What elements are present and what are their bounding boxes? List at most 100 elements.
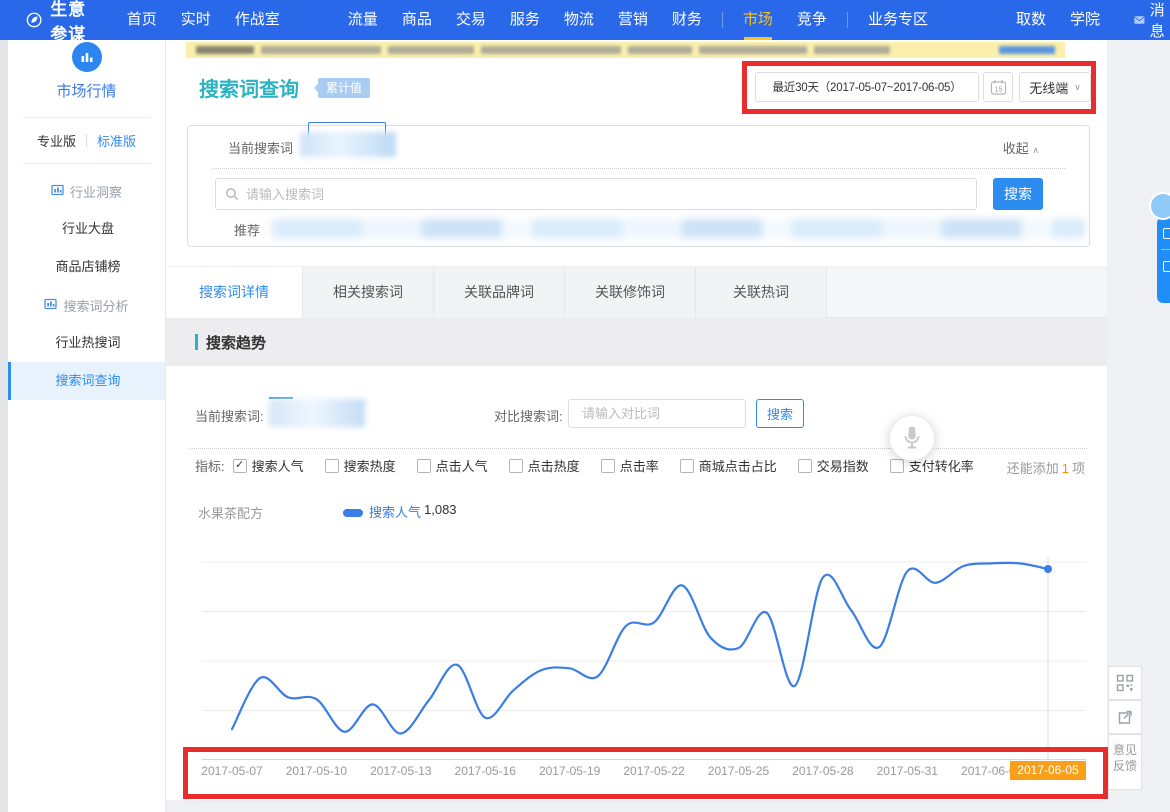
version-switcher: 专业版 标准版 (22, 118, 151, 164)
share-export-button[interactable] (1108, 700, 1142, 734)
nav-item[interactable]: 财务 (672, 0, 702, 40)
nav-item[interactable]: 学院 (1070, 0, 1100, 40)
side-toolbar-partial[interactable] (1157, 217, 1170, 303)
trend-chart[interactable] (166, 552, 1107, 764)
page-title: 搜索词查询 (199, 73, 299, 102)
sidebar-item[interactable]: 行业热搜词 (8, 324, 165, 362)
nav-item[interactable]: 作战室 (235, 0, 280, 40)
brand-logo[interactable]: 生意参谋 (26, 0, 99, 45)
x-axis-tick-label: 2017-05-31 (862, 764, 952, 778)
nav-item[interactable]: 实时 (181, 0, 211, 40)
checkbox-checked-icon[interactable]: ✓ (233, 459, 247, 473)
tab[interactable]: 关联修饰词 (565, 267, 696, 319)
sidebar: 市场行情 专业版 标准版 行业洞察行业大盘商品店铺榜搜索词分析行业热搜词搜索词查询 (8, 40, 166, 812)
current-term-label: 当前搜索词 (228, 138, 293, 157)
microphone-icon (902, 425, 922, 451)
checkbox-unchecked-icon[interactable] (890, 459, 904, 473)
metric-checkbox-item[interactable]: 点击率 (601, 456, 659, 475)
x-axis-tick-label: 2017-05-28 (778, 764, 868, 778)
metric-checkbox-item[interactable]: 点击热度 (509, 456, 580, 475)
checkbox-unchecked-icon[interactable] (509, 459, 523, 473)
messages-button[interactable]: 消息 (1134, 0, 1170, 41)
search-button[interactable]: 搜索 (993, 178, 1043, 210)
dotted-divider (190, 448, 1087, 449)
sidebar-item[interactable]: 商品店铺榜 (8, 248, 165, 286)
metric-checkbox-item[interactable]: 搜索热度 (325, 456, 396, 475)
nav-item[interactable]: 服务 (510, 0, 540, 40)
tab[interactable]: 相关搜索词 (303, 267, 434, 319)
nav-item[interactable]: 流量 (348, 0, 378, 40)
notice-banner[interactable] (186, 42, 1065, 58)
checkbox-unchecked-icon[interactable] (601, 459, 615, 473)
banner-blurred-text (196, 46, 254, 54)
x-axis-labels: 2017-05-072017-05-102017-05-132017-05-16… (166, 764, 1107, 780)
version-tab[interactable]: 专业版 (37, 131, 76, 150)
group-label-text: 行业洞察 (70, 182, 122, 201)
hover-point (1044, 565, 1052, 573)
trend-section-header: 搜索趋势 (166, 318, 1107, 366)
sidebar-item[interactable]: 搜索词查询 (8, 362, 165, 400)
tab[interactable]: 关联品牌词 (434, 267, 565, 319)
search-input-wrapper (215, 178, 977, 210)
dotted-divider (212, 168, 1065, 169)
legend-series-name[interactable]: 搜索人气 (369, 502, 421, 521)
sidebar-menu: 行业洞察行业大盘商品店铺榜搜索词分析行业热搜词搜索词查询 (8, 164, 165, 400)
recommend-blurred-terms[interactable] (272, 219, 1085, 238)
compare-input[interactable] (582, 406, 758, 421)
sidebar-group-label: 搜索词分析 (8, 286, 165, 324)
voice-assistant-button[interactable] (889, 415, 935, 461)
top-navbar: 生意参谋 首页实时作战室流量商品交易服务物流营销财务市场竞争业务专区取数学院 消… (0, 0, 1170, 40)
market-section-icon (72, 42, 102, 72)
search-input[interactable] (246, 187, 967, 202)
nav-item[interactable]: 商品 (402, 0, 432, 40)
x-axis-tick-label: 2017-05-25 (693, 764, 783, 778)
banner-blurred-text (388, 46, 474, 54)
sidebar-group-label: 行业洞察 (8, 172, 165, 210)
banner-blurred-text (814, 46, 890, 54)
nav-item[interactable]: 首页 (127, 0, 157, 40)
assistant-mascot-icon[interactable] (1149, 192, 1170, 220)
sidebar-item[interactable]: 行业大盘 (8, 210, 165, 248)
metrics-row: 指标:✓搜索人气搜索热度点击人气点击热度点击率商城点击占比交易指数支付转化率 (195, 456, 995, 475)
share-export-icon (1116, 708, 1134, 726)
x-axis-tick-label: 2017-05-19 (525, 764, 615, 778)
checkbox-unchecked-icon[interactable] (325, 459, 339, 473)
nav-item[interactable]: 物流 (564, 0, 594, 40)
device-selector-dropdown[interactable]: 无线端 ∨ (1019, 72, 1091, 102)
metric-checkbox-item[interactable]: 商城点击占比 (680, 456, 777, 475)
checkbox-unchecked-icon[interactable] (417, 459, 431, 473)
axis-highlight-tooltip: 2017-06-05 (1010, 761, 1086, 780)
nav-item[interactable]: 交易 (456, 0, 486, 40)
nav-item[interactable]: 竞争 (797, 0, 827, 40)
date-range-button[interactable]: 最近30天（2017-05-07~2017-06-05） (755, 72, 979, 102)
metric-checkbox-item[interactable]: 交易指数 (798, 456, 869, 475)
metric-checkbox-item[interactable]: 点击人气 (417, 456, 488, 475)
device-selector-value: 无线端 (1029, 78, 1068, 97)
collapse-toggle[interactable]: 收起 ∧ (1003, 138, 1039, 157)
app-window: 生意参谋 首页实时作战室 流量商品交易服务物流营销财务 市场竞争 业务专区 取数学院 消… (0, 0, 1170, 812)
recommend-label: 推荐 (234, 220, 260, 239)
series-term-label: 水果茶配方 (198, 503, 263, 522)
version-tab[interactable]: 标准版 (97, 131, 136, 150)
chevron-down-icon: ∨ (1074, 82, 1081, 93)
feedback-button[interactable]: 意见反馈 (1108, 734, 1142, 790)
checkbox-unchecked-icon[interactable] (798, 459, 812, 473)
nav-item[interactable]: 取数 (1016, 0, 1046, 40)
sidebar-header: 市场行情 (8, 40, 165, 118)
checkbox-unchecked-icon[interactable] (680, 459, 694, 473)
compare-search-button[interactable]: 搜索 (756, 399, 804, 428)
qr-code-icon (1116, 674, 1134, 692)
tab[interactable]: 搜索词详情 (166, 267, 303, 319)
detail-tabs: 搜索词详情相关搜索词关联品牌词关联修饰词关联热词 (166, 266, 1107, 318)
compare-label: 对比搜索词: (494, 406, 563, 425)
metric-checkbox-item[interactable]: ✓搜索人气 (233, 456, 304, 475)
nav-item[interactable]: 营销 (618, 0, 648, 40)
nav-item[interactable]: 业务专区 (868, 0, 928, 40)
legend-line-marker[interactable] (343, 509, 363, 517)
banner-link-blurred[interactable] (999, 46, 1055, 54)
tab[interactable]: 关联热词 (696, 267, 827, 319)
calendar-button[interactable]: 15 (983, 72, 1013, 102)
x-axis-tick-label: 2017-05-10 (271, 764, 361, 778)
qr-code-button[interactable] (1108, 666, 1142, 700)
nav-item[interactable]: 市场 (743, 0, 773, 40)
